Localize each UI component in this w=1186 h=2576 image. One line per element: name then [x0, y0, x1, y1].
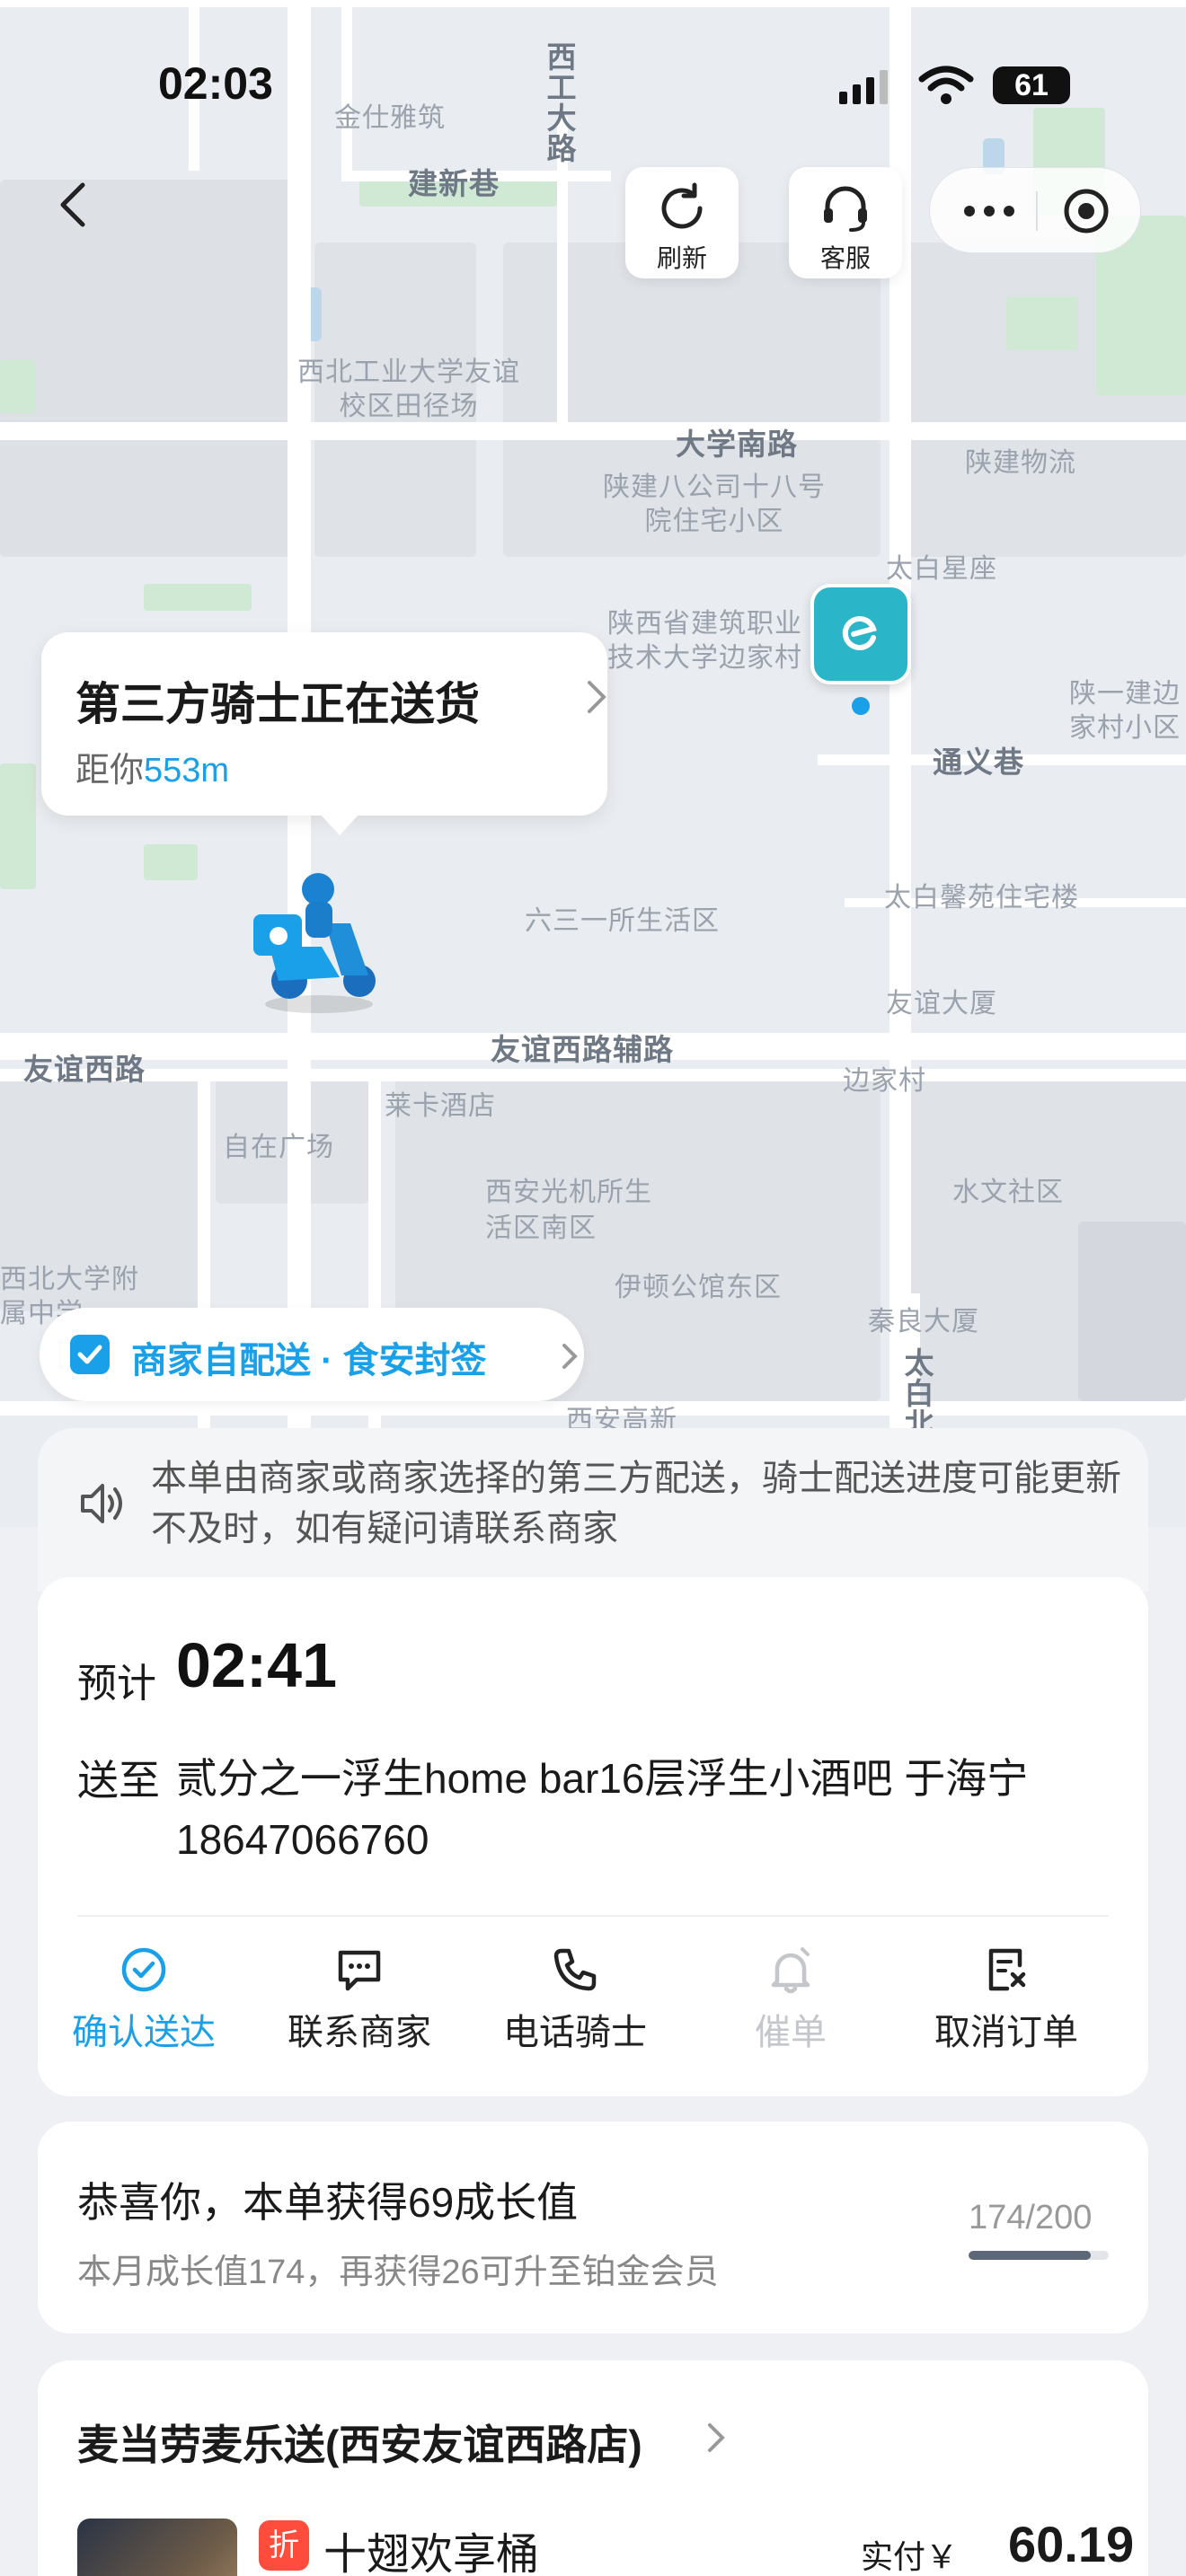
paid-amount: 60.19 [1008, 2516, 1135, 2572]
map-label: 建新巷 [408, 166, 500, 201]
distance-prefix: 距你 [75, 752, 145, 790]
map-label: 秦良大厦 [868, 1306, 979, 1337]
map-label: 六三一所生活区 [525, 905, 720, 937]
chevron-right-icon [588, 681, 606, 713]
address-label: 送至 [77, 1757, 160, 1804]
close-miniprogram-icon[interactable] [1061, 186, 1111, 236]
product-thumbnail[interactable] [77, 2519, 237, 2576]
map-label: 陕西省建筑职业技术大学边家村校区 [607, 608, 802, 674]
cancel-order-label: 取消订单 [934, 2013, 1078, 2052]
customer-service-label: 客服 [819, 244, 871, 272]
refresh-icon [661, 182, 703, 229]
store-name[interactable]: 麦当劳麦乐送(西安友谊西路店) [77, 2413, 642, 2472]
urge-order-label: 催单 [755, 2013, 827, 2052]
phone-icon [553, 1948, 597, 1991]
refresh-button[interactable]: 刷新 [625, 167, 739, 278]
confirm-delivery-button[interactable]: 确认送达 [45, 1945, 243, 2055]
customer-service-button[interactable]: 客服 [789, 167, 902, 278]
map-label: 自在广场 [223, 1132, 334, 1163]
contact-merchant-button[interactable]: 联系商家 [261, 1945, 458, 2055]
map-label: 西安光机所生活区南区 [485, 1177, 652, 1244]
back-icon[interactable] [50, 180, 101, 230]
chevron-right-icon [708, 2423, 725, 2452]
map-label: 边家村 [843, 1065, 926, 1097]
delivery-type-badge[interactable]: 商家自配送 · 食安封签 [40, 1308, 584, 1401]
store-order-card[interactable]: 麦当劳麦乐送(西安友谊西路店) 折 十翅欢享桶 实付￥ 60.19 [38, 2360, 1148, 2576]
more-icon[interactable] [962, 198, 1016, 224]
eta-time: 02:41 [176, 1630, 338, 1700]
product-name: 十翅欢享桶 [323, 2531, 540, 2576]
map-label: 友谊西路辅路 [491, 1032, 674, 1067]
cellular-signal-icon [839, 70, 888, 104]
call-rider-button[interactable]: 电话骑士 [476, 1945, 674, 2055]
call-rider-label: 电话骑士 [503, 2013, 647, 2052]
map-label: 太白馨苑住宅楼 [884, 882, 1079, 913]
cancel-order-icon [988, 1948, 1026, 1991]
rider-scooter-icon [243, 869, 395, 1022]
delivery-type-label: 商家自配送 · 食安封签 [131, 1341, 487, 1381]
map-label: 大学南路 [676, 427, 798, 462]
confirm-delivery-label: 确认送达 [72, 2013, 216, 2052]
map-label: 陕建八公司十八号院住宅小区 [603, 472, 826, 537]
status-bar: 02:03 61 [0, 54, 1186, 117]
delivery-info-card: 预计 02:41 送至 贰分之一浮生home bar16层浮生小酒吧 于海宁 1… [38, 1577, 1148, 2096]
speaker-icon [81, 1484, 122, 1523]
growth-progress-bar [969, 2251, 1109, 2260]
refresh-label: 刷新 [656, 244, 707, 272]
map-label: 陕建物流 [965, 447, 1076, 479]
growth-subtitle: 本月成长值174，再获得26可升至铂金会员 [77, 2254, 719, 2291]
contact-merchant-label: 联系商家 [288, 2013, 431, 2052]
eta-label: 预计 [77, 1662, 156, 1706]
chat-icon [338, 1950, 381, 1991]
delivery-address: 贰分之一浮生home bar16层浮生小酒吧 于海宁 18647066760 [176, 1755, 1029, 1863]
miniprogram-capsule [929, 167, 1141, 253]
growth-title: 恭喜你，本单获得69成长值 [77, 2179, 579, 2226]
headset-icon [824, 186, 867, 232]
rider-status-bubble[interactable]: 第三方骑士正在送货 距你553m [41, 632, 607, 835]
map-label: 太白星座 [886, 553, 997, 585]
discount-badge: 折 [259, 2520, 309, 2571]
status-time: 02:03 [158, 58, 273, 109]
merchant-location-pin[interactable] [807, 584, 915, 719]
rider-status-title: 第三方骑士正在送货 [75, 679, 480, 729]
growth-progress-text: 174/200 [969, 2199, 1093, 2236]
map-label: 友谊大厦 [886, 988, 997, 1019]
bell-icon [771, 1947, 810, 1994]
map-label: 陕一建边家村小区 [1069, 678, 1181, 744]
map-label: 水文社区 [952, 1177, 1064, 1208]
paid-label: 实付￥ [861, 2538, 959, 2575]
growth-value-card[interactable]: 恭喜你，本单获得69成长值 本月成长值174，再获得26可升至铂金会员 174/… [38, 2122, 1148, 2333]
battery-indicator: 61 [993, 66, 1070, 104]
check-circle-icon [121, 1947, 166, 1992]
map-label: 友谊西路 [23, 1052, 146, 1087]
divider [77, 1915, 1109, 1917]
map-label: 通义巷 [933, 745, 1024, 780]
chevron-right-icon [562, 1344, 578, 1369]
wifi-icon [918, 66, 974, 104]
notice-text: 本单由商家或商家选择的第三方配送，骑士配送进度可能更新不及时，如有疑问请联系商家 [151, 1459, 1121, 1548]
rider-distance: 距你553m [75, 742, 229, 791]
growth-progress-fill [969, 2251, 1091, 2260]
map-label: 伊顿公馆东区 [615, 1272, 782, 1303]
distance-value: 553m [144, 752, 230, 790]
delivery-notice: 本单由商家或商家选择的第三方配送，骑士配送进度可能更新不及时，如有疑问请联系商家 [38, 1428, 1148, 1592]
check-badge-icon [70, 1335, 110, 1374]
map-label: 莱卡酒店 [385, 1090, 496, 1122]
cancel-order-button[interactable]: 取消订单 [907, 1945, 1105, 2055]
urge-order-button[interactable]: 催单 [692, 1945, 890, 2055]
map-label: 西北工业大学友谊校区田径场 [297, 357, 520, 422]
